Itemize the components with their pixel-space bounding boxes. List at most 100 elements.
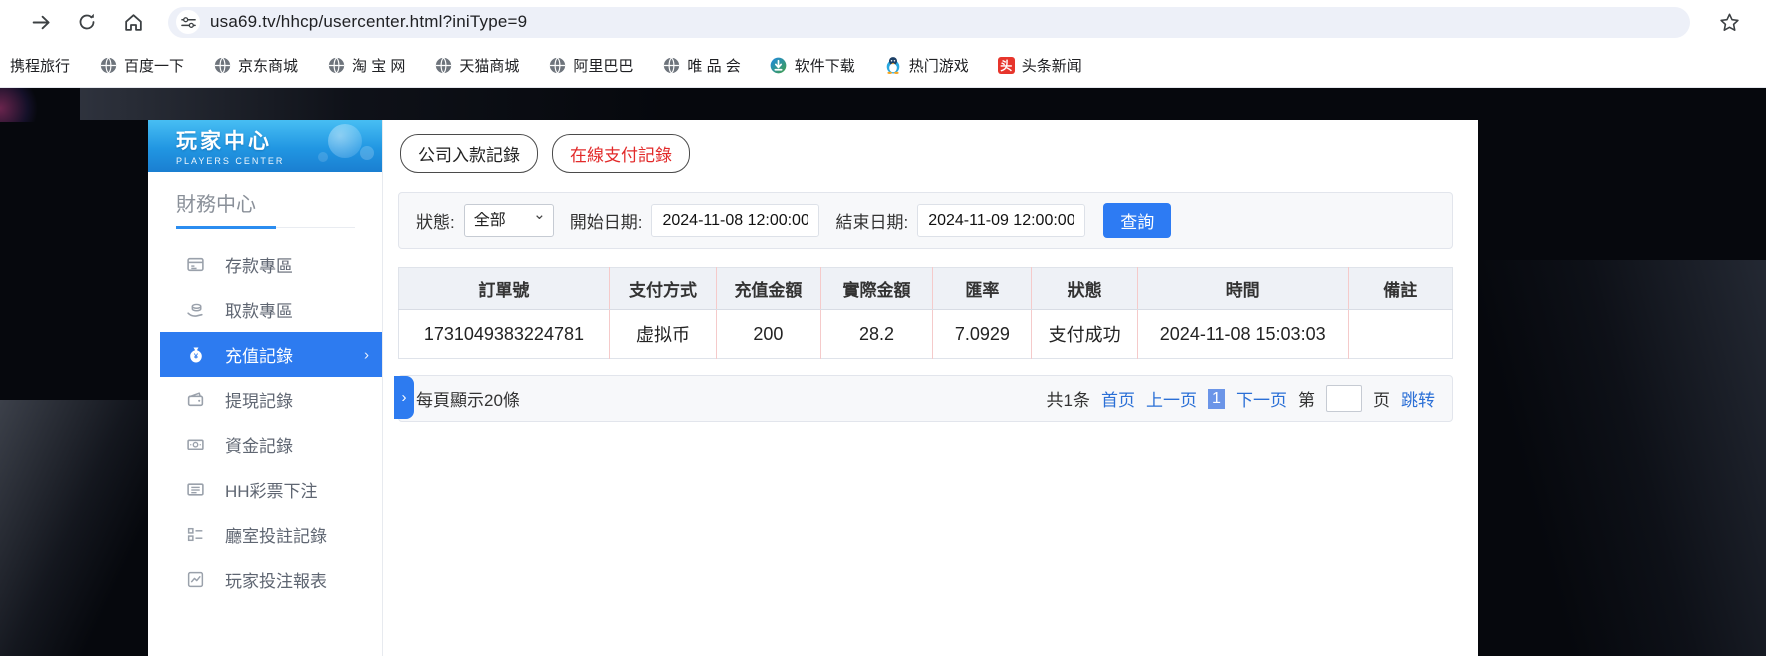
reload-icon[interactable] — [74, 9, 100, 35]
globe-icon — [327, 56, 345, 74]
home-icon[interactable] — [120, 9, 146, 35]
sidebar-menu: 存款專區 取款專區 ¥ 充值記錄 › 提現記錄 資金記錄 HH彩票下注 廳室投註… — [148, 242, 382, 602]
ticket-list-icon — [186, 480, 205, 499]
backdrop-streak-bottom-left — [0, 400, 170, 656]
players-center-banner: 玩家中心 PLAYERS CENTER — [148, 120, 382, 172]
bookmark-label: 热门游戏 — [908, 57, 969, 75]
sidebar-item-hh-lottery-bets[interactable]: HH彩票下注 — [148, 467, 382, 512]
total-count-text: 共1条 — [1046, 391, 1090, 410]
jump-suffix-label: 页 — [1373, 391, 1390, 410]
prev-page-link[interactable]: 上一页 — [1146, 386, 1197, 411]
bookmark-label: 头条新闻 — [1021, 57, 1082, 75]
bookmark-games[interactable]: 热门游戏 — [884, 55, 969, 76]
gamepad-decoration — [306, 122, 376, 170]
sidebar-item-player-bet-report[interactable]: 玩家投注報表 — [148, 557, 382, 602]
sidebar-item-hall-bet-records[interactable]: 廳室投註記錄 — [148, 512, 382, 557]
search-button[interactable]: 查詢 — [1103, 203, 1172, 238]
sidebar-item-label: 充值記錄 — [225, 347, 293, 366]
header-order-no: 訂單號 — [398, 267, 610, 310]
main-content: 公司入款記錄 在線支付記錄 狀態: 全部 開始日期: 結束日期: 查詢 訂單號 … — [383, 120, 1478, 656]
bookmark-jd[interactable]: 京东商城 — [213, 55, 298, 76]
sidebar-item-label: 玩家投注報表 — [225, 572, 327, 591]
wallet-icon — [186, 390, 205, 409]
sidebar: 玩家中心 PLAYERS CENTER 財務中心 存款專區 取款專區 ¥ 充值記… — [148, 120, 383, 656]
page-size-text: 每頁顯示20條 — [416, 391, 520, 410]
bookmark-xiecheng[interactable]: 携程旅行 — [10, 55, 70, 76]
globe-icon — [99, 56, 117, 74]
start-date-input[interactable] — [651, 204, 820, 237]
bookmark-vip[interactable]: 唯 品 会 — [662, 55, 741, 76]
bookmark-label: 携程旅行 — [10, 57, 71, 75]
browser-toolbar: usa69.tv/hhcp/usercenter.html?iniType=9 — [0, 0, 1766, 44]
site-settings-icon[interactable] — [176, 10, 200, 34]
sidebar-item-withdraw-zone[interactable]: 取款專區 — [148, 287, 382, 332]
sidebar-item-deposit-zone[interactable]: 存款專區 — [148, 242, 382, 287]
tab-company-deposit-records[interactable]: 公司入款記錄 — [400, 134, 538, 173]
bookmark-software[interactable]: 软件下载 — [770, 55, 855, 76]
status-select-wrap: 全部 — [463, 204, 554, 237]
sidebar-item-label: 存款專區 — [225, 257, 293, 276]
header-note: 備註 — [1348, 267, 1453, 310]
bookmark-label: 百度一下 — [124, 57, 185, 75]
globe-icon — [213, 56, 231, 74]
bookmark-taobao[interactable]: 淘 宝 网 — [327, 55, 405, 76]
jump-page-input[interactable] — [1326, 385, 1362, 412]
bookmarks-bar: 携程旅行 百度一下 京东商城 淘 宝 网 天猫商城 阿里巴巴 唯 品 会 软件下… — [0, 44, 1766, 86]
pagination-controls: 共1条 首页 上一页 1 下一页 第 页 跳转 — [1047, 385, 1435, 412]
header-recharge-amount: 充值金額 — [716, 267, 821, 310]
jump-prefix-label: 第 — [1298, 391, 1315, 410]
bookmark-star-icon[interactable] — [1716, 9, 1742, 35]
sidebar-item-label: 資金記錄 — [225, 437, 293, 456]
backdrop-glow — [0, 88, 46, 122]
header-exchange-rate: 匯率 — [932, 267, 1033, 310]
globe-icon — [548, 56, 566, 74]
banknote-icon — [186, 435, 205, 454]
sidebar-item-recharge-records[interactable]: ¥ 充值記錄 › — [160, 332, 382, 377]
bookmark-baidu[interactable]: 百度一下 — [99, 55, 184, 76]
status-select[interactable]: 全部 — [463, 204, 554, 237]
status-label: 狀態: — [416, 213, 455, 232]
bookmark-label: 阿里巴巴 — [573, 57, 634, 75]
sidebar-item-label: 提現記錄 — [225, 392, 293, 411]
cell-pay-method: 虚拟币 — [609, 309, 718, 359]
tab-online-payment-records[interactable]: 在線支付記錄 — [552, 134, 690, 173]
bookmark-toutiao[interactable]: 头 头条新闻 — [997, 55, 1082, 76]
end-date-input[interactable] — [917, 204, 1086, 237]
backdrop-streak-right — [1470, 260, 1766, 656]
url-text[interactable]: usa69.tv/hhcp/usercenter.html?iniType=9 — [210, 12, 527, 32]
sidebar-expand-handle[interactable]: › — [394, 376, 414, 419]
bookmark-tmall[interactable]: 天猫商城 — [434, 55, 519, 76]
sidebar-item-label: HH彩票下注 — [225, 482, 318, 501]
cell-order-no: 1731049383224781 — [398, 309, 610, 359]
header-status: 狀態 — [1031, 267, 1138, 310]
browser-chrome: usa69.tv/hhcp/usercenter.html?iniType=9 … — [0, 0, 1766, 88]
backdrop-streak-top — [80, 88, 980, 120]
site-content-panel: 玩家中心 PLAYERS CENTER 財務中心 存款專區 取款專區 ¥ 充值記… — [148, 120, 1478, 656]
bookmark-label: 唯 品 会 — [687, 57, 741, 75]
address-bar[interactable]: usa69.tv/hhcp/usercenter.html?iniType=9 — [168, 6, 1690, 38]
sidebar-item-withdrawal-records[interactable]: 提現記錄 — [148, 377, 382, 422]
sidebar-item-funds-records[interactable]: 資金記錄 — [148, 422, 382, 467]
penguin-icon — [884, 56, 902, 74]
software-download-icon — [770, 56, 788, 74]
bookmark-label: 淘 宝 网 — [352, 57, 406, 75]
cell-status: 支付成功 — [1031, 309, 1138, 359]
toutiao-icon: 头 — [997, 56, 1015, 74]
record-tabs: 公司入款記錄 在線支付記錄 — [400, 134, 1453, 173]
pagination-bar: 每頁顯示20條 共1条 首页 上一页 1 下一页 第 页 跳转 — [398, 375, 1453, 422]
sidebar-item-label: 取款專區 — [225, 302, 293, 321]
next-page-link[interactable]: 下一页 — [1236, 386, 1287, 411]
money-bag-icon: ¥ — [186, 345, 205, 364]
cell-actual-amount: 28.2 — [820, 309, 934, 359]
forward-icon[interactable] — [28, 9, 54, 35]
bookmark-label: 京东商城 — [238, 57, 299, 75]
start-date-label: 開始日期: — [569, 213, 643, 232]
header-time: 時間 — [1137, 267, 1349, 310]
cell-note — [1348, 309, 1453, 359]
globe-icon — [662, 56, 680, 74]
bookmark-alibaba[interactable]: 阿里巴巴 — [548, 55, 633, 76]
table-row: 1731049383224781 虚拟币 200 28.2 7.0929 支付成… — [398, 309, 1453, 359]
jump-button[interactable]: 跳转 — [1401, 386, 1435, 411]
globe-icon — [434, 56, 452, 74]
first-page-link[interactable]: 首页 — [1101, 386, 1135, 411]
